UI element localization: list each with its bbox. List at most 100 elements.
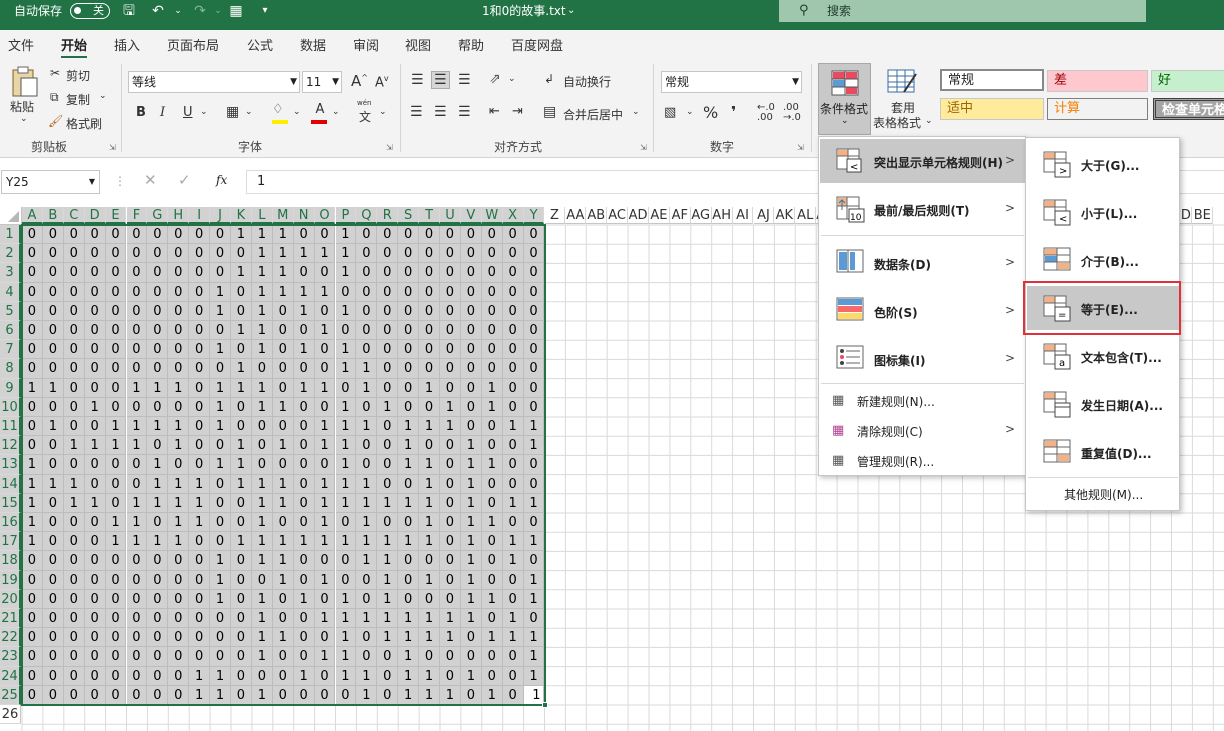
merge-center-button[interactable]: 合并后居中 (563, 106, 623, 123)
wrap-text-button[interactable]: 自动换行 (563, 73, 611, 90)
fill-color-icon[interactable]: ♢ (272, 102, 290, 124)
name-box[interactable]: Y25 ▼ (1, 170, 100, 194)
align-center-icon[interactable]: ☰ (434, 104, 447, 120)
alignment-launcher-icon[interactable]: ⇲ (640, 143, 647, 152)
style-check-cell[interactable]: 检查单元格 (1153, 98, 1224, 120)
tab-page-layout[interactable]: 页面布局 (167, 35, 219, 54)
italic-button[interactable]: I (160, 105, 165, 120)
decrease-decimal-icon[interactable]: .00 →.0 (783, 103, 801, 123)
format-as-table-dropdown-icon[interactable]: ⌄ (925, 116, 933, 126)
border-icon[interactable]: ▦ (226, 104, 239, 120)
number-launcher-icon[interactable]: ⇲ (797, 143, 804, 152)
customize-toolbar-icon[interactable]: ▾ (255, 2, 275, 20)
menu-item-highlight-rules[interactable]: < 突出显示单元格规则(H) > (820, 139, 1025, 183)
submenu-item-date-occurring[interactable]: 发生日期(A)... (1027, 382, 1179, 426)
increase-indent-icon[interactable]: ⇥ (512, 104, 523, 119)
search-box[interactable]: ⚲ 搜索 (779, 0, 1146, 22)
submenu-item-more-rules[interactable]: 其他规则(M)... (1027, 481, 1179, 507)
paste-button[interactable]: 粘贴 (10, 98, 34, 115)
copy-button[interactable]: 复制 (66, 91, 90, 108)
underline-button[interactable]: U (183, 105, 193, 120)
align-left-icon[interactable]: ☰ (410, 104, 423, 120)
accounting-dropdown-icon[interactable]: ⌄ (686, 107, 694, 117)
menu-item-manage-rules[interactable]: ▦ 管理规则(R)... (820, 448, 1025, 474)
menu-item-new-rule[interactable]: ▦ 新建规则(N)... (820, 388, 1025, 414)
phonetic-dropdown-icon[interactable]: ⌄ (379, 107, 387, 117)
number-format-select[interactable]: 常规 ▼ (661, 71, 802, 93)
paste-dropdown-icon[interactable]: ⌄ (20, 114, 28, 124)
align-middle-icon[interactable]: ☰ (431, 71, 450, 89)
submenu-item-between[interactable]: 介于(B)... (1027, 238, 1179, 282)
style-neutral[interactable]: 适中 (940, 98, 1044, 120)
font-launcher-icon[interactable]: ⇲ (386, 143, 393, 152)
cut-button[interactable]: 剪切 (66, 67, 90, 84)
cut-icon[interactable]: ✂ (50, 66, 60, 80)
submenu-item-duplicate-values[interactable]: 重复值(D)... (1027, 430, 1179, 474)
style-bad[interactable]: 差 (1047, 70, 1148, 92)
clipboard-launcher-icon[interactable]: ⇲ (109, 143, 116, 152)
increase-font-icon[interactable]: A^ (351, 72, 368, 90)
submenu-item-greater-than[interactable]: > 大于(G)... (1027, 142, 1179, 186)
redo-icon[interactable]: ↷ (190, 2, 210, 20)
border-dropdown-icon[interactable]: ⌄ (245, 107, 253, 117)
bold-button[interactable]: B (136, 105, 146, 120)
save-icon[interactable]: 🖫 (119, 2, 139, 20)
tab-formulas[interactable]: 公式 (247, 35, 273, 54)
menu-item-clear-rules[interactable]: ▦ 清除规则(C) > (820, 418, 1025, 444)
font-name-select[interactable]: 等线 ▼ (128, 71, 300, 93)
align-bottom-icon[interactable]: ☰ (458, 72, 471, 88)
autosave-toggle[interactable]: 关 (70, 3, 110, 19)
style-good[interactable]: 好 (1151, 70, 1224, 92)
accounting-format-icon[interactable]: ▧ (664, 105, 676, 120)
tab-file[interactable]: 文件 (8, 35, 34, 54)
font-color-icon[interactable]: A (311, 102, 329, 124)
undo-dropdown-icon[interactable]: ⌄ (168, 2, 188, 20)
font-color-dropdown-icon[interactable]: ⌄ (332, 107, 340, 117)
phonetic-button[interactable]: 文 (359, 108, 371, 125)
redo-dropdown-icon[interactable]: ⌄ (208, 2, 228, 20)
conditional-formatting-button[interactable]: 条件格式 ⌄ (818, 63, 871, 135)
orientation-dropdown-icon[interactable]: ⌄ (508, 74, 516, 84)
menu-item-color-scales[interactable]: 色阶(S) > (820, 287, 1025, 331)
tab-view[interactable]: 视图 (405, 35, 431, 54)
style-calculation[interactable]: 计算 (1047, 98, 1148, 120)
merge-dropdown-icon[interactable]: ⌄ (632, 107, 640, 117)
tab-home[interactable]: 开始 (61, 35, 88, 59)
tab-review[interactable]: 审阅 (353, 35, 379, 54)
cancel-icon[interactable]: ✕ (144, 171, 157, 189)
decrease-font-icon[interactable]: Av (375, 74, 389, 90)
insert-function-button[interactable]: fx (216, 173, 227, 187)
file-name-caret-icon[interactable]: ⌄ (567, 0, 575, 22)
format-painter-button[interactable]: 格式刷 (66, 115, 102, 132)
copy-dropdown-icon[interactable]: ⌄ (99, 91, 107, 101)
enter-icon[interactable]: ✓ (178, 171, 191, 189)
fill-color-dropdown-icon[interactable]: ⌄ (293, 107, 301, 117)
tab-insert[interactable]: 插入 (114, 35, 140, 54)
submenu-item-text-contains[interactable]: a 文本包含(T)... (1027, 334, 1179, 378)
align-right-icon[interactable]: ☰ (458, 104, 471, 120)
tab-data[interactable]: 数据 (300, 35, 326, 54)
fill-handle[interactable] (541, 702, 548, 708)
format-painter-icon[interactable]: 🖌 (48, 114, 63, 128)
orientation-icon[interactable]: ⇗ (489, 71, 501, 87)
undo-icon[interactable]: ↶ (148, 2, 168, 20)
quick-access-form-icon[interactable]: ▦ (226, 2, 246, 20)
style-normal[interactable]: 常规 (940, 69, 1044, 91)
comma-button[interactable]: ❜ (731, 103, 736, 121)
copy-icon[interactable]: ⧉ (50, 90, 59, 105)
tab-help[interactable]: 帮助 (458, 35, 484, 54)
menu-item-top-bottom-rules[interactable]: 10 最前/最后规则(T) > (820, 187, 1025, 231)
submenu-item-less-than[interactable]: < 小于(L)... (1027, 190, 1179, 234)
merge-center-icon[interactable]: ▤ (543, 104, 556, 120)
font-size-select[interactable]: 11 ▼ (302, 71, 342, 93)
decrease-indent-icon[interactable]: ⇤ (489, 104, 500, 119)
percent-button[interactable]: % (703, 103, 718, 122)
format-as-table-icon[interactable] (886, 66, 918, 101)
tab-baidu[interactable]: 百度网盘 (511, 35, 563, 54)
underline-dropdown-icon[interactable]: ⌄ (200, 107, 208, 117)
increase-decimal-icon[interactable]: ←.0.00 (757, 103, 775, 123)
menu-item-data-bars[interactable]: 数据条(D) > (820, 239, 1025, 283)
menu-item-icon-sets[interactable]: 图标集(I) > (820, 335, 1025, 379)
align-top-icon[interactable]: ☰ (411, 72, 424, 88)
paste-icon[interactable] (9, 66, 39, 98)
